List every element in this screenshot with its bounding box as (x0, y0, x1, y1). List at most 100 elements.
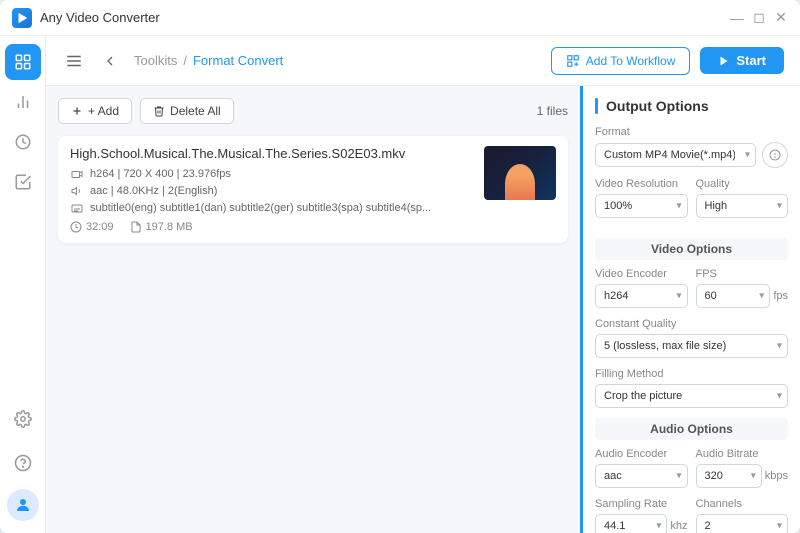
quality-select[interactable]: High (696, 194, 789, 218)
resolution-quality-row: Video Resolution 100% Quality (595, 178, 788, 228)
file-item: High.School.Musical.The.Musical.The.Seri… (58, 136, 568, 243)
audio-bitrate-group: Audio Bitrate 320 kbps (696, 448, 789, 488)
app-title: Any Video Converter (40, 10, 730, 25)
file-duration: 32:09 (86, 221, 114, 233)
duration-item: 32:09 (70, 221, 114, 233)
constant-quality-group: Constant Quality 5 (lossless, max file s… (595, 318, 788, 358)
quality-label: Quality (696, 178, 789, 190)
fps-unit: fps (773, 290, 788, 302)
add-file-label: + Add (88, 104, 119, 118)
video-icon (70, 167, 84, 181)
sidebar-item-convert[interactable] (5, 44, 41, 80)
constant-quality-label: Constant Quality (595, 318, 788, 330)
channels-select[interactable]: 2 (696, 514, 789, 533)
sampling-rate-unit: khz (670, 520, 687, 532)
minimize-button[interactable]: ― (730, 11, 744, 25)
subtitle-icon (70, 201, 84, 215)
close-button[interactable]: ✕ (774, 11, 788, 25)
file-info: High.School.Musical.The.Musical.The.Seri… (70, 146, 474, 233)
file-size: 197.8 MB (146, 221, 193, 233)
add-to-workflow-label: Add To Workflow (586, 54, 676, 68)
content-area: Toolkits / Format Convert Add To Workflo… (46, 36, 800, 533)
app-logo (12, 8, 32, 28)
file-subtitle-meta: subtitle0(eng) subtitle1(dan) subtitle2(… (70, 201, 474, 215)
channels-group: Channels 2 (696, 498, 789, 533)
toolbar: Toolkits / Format Convert Add To Workflo… (46, 36, 800, 86)
add-to-workflow-button[interactable]: Add To Workflow (551, 47, 691, 75)
add-file-button[interactable]: + Add (58, 98, 132, 124)
audio-bitrate-label: Audio Bitrate (696, 448, 789, 460)
toolbar-right: Add To Workflow Start (551, 47, 784, 75)
sidebar-item-settings[interactable] (5, 401, 41, 437)
thumb-visual (484, 146, 556, 200)
audio-encoder-group: Audio Encoder aac (595, 448, 688, 488)
subtitle-meta-text: subtitle0(eng) subtitle1(dan) subtitle2(… (90, 202, 431, 214)
start-label: Start (736, 53, 766, 68)
breadcrumb-parent[interactable]: Toolkits (134, 53, 177, 68)
fps-label: FPS (696, 268, 789, 280)
sampling-rate-group: Sampling Rate 44.1 khz (595, 498, 688, 533)
audio-bitrate-unit: kbps (765, 470, 788, 482)
file-name: High.School.Musical.The.Musical.The.Seri… (70, 146, 474, 161)
title-bar: Any Video Converter ― ◻ ✕ (0, 0, 800, 36)
file-footer: 32:09 197.8 MB (70, 221, 474, 233)
breadcrumb: Toolkits / Format Convert (134, 53, 283, 68)
format-group: Format Custom MP4 Movie(*.mp4) (595, 126, 788, 168)
audio-encoder-bitrate-row: Audio Encoder aac Audio Bitrate (595, 448, 788, 498)
format-info-button[interactable] (762, 142, 788, 168)
video-resolution-select[interactable]: 100% (595, 194, 688, 218)
split-pane: + Add Delete All 1 files High.School.Mus… (46, 86, 800, 533)
audio-meta-text: aac | 48.0KHz | 2(English) (90, 185, 217, 197)
video-encoder-label: Video Encoder (595, 268, 688, 280)
format-select[interactable]: Custom MP4 Movie(*.mp4) (595, 143, 756, 167)
app-window: Any Video Converter ― ◻ ✕ (0, 0, 800, 533)
menu-toggle-button[interactable] (62, 49, 86, 73)
video-encoder-group: Video Encoder h264 (595, 268, 688, 308)
video-options-header: Video Options (595, 238, 788, 260)
sampling-channels-row: Sampling Rate 44.1 khz (595, 498, 788, 533)
sidebar-bottom (5, 401, 41, 525)
sidebar (0, 36, 46, 533)
video-encoder-select[interactable]: h264 (595, 284, 688, 308)
sidebar-item-tasks[interactable] (5, 164, 41, 200)
maximize-button[interactable]: ◻ (752, 11, 766, 25)
back-button[interactable] (98, 49, 122, 73)
delete-all-label: Delete All (170, 104, 221, 118)
audio-encoder-select[interactable]: aac (595, 464, 688, 488)
audio-bitrate-select[interactable]: 320 (696, 464, 762, 488)
sidebar-item-profile[interactable] (7, 489, 39, 521)
file-count: 1 files (537, 104, 568, 118)
file-toolbar: + Add Delete All 1 files (58, 98, 568, 124)
thumb-person (505, 164, 535, 200)
encoder-fps-row: Video Encoder h264 FPS (595, 268, 788, 318)
audio-options-header: Audio Options (595, 418, 788, 440)
filling-method-label: Filling Method (595, 368, 788, 380)
output-panel-title: Output Options (595, 98, 788, 114)
format-label: Format (595, 126, 788, 138)
sampling-rate-label: Sampling Rate (595, 498, 688, 510)
video-resolution-group: Video Resolution 100% (595, 178, 688, 218)
constant-quality-select[interactable]: 5 (lossless, max file size) (595, 334, 788, 358)
filling-method-select[interactable]: Crop the picture (595, 384, 788, 408)
breadcrumb-current: Format Convert (193, 53, 283, 68)
window-controls: ― ◻ ✕ (730, 11, 788, 25)
breadcrumb-separator: / (183, 53, 187, 68)
file-video-meta: h264 | 720 X 400 | 23.976fps (70, 167, 474, 181)
fps-group: FPS 60 fps (696, 268, 789, 308)
sampling-rate-select[interactable]: 44.1 (595, 514, 667, 533)
filling-method-group: Filling Method Crop the picture (595, 368, 788, 408)
file-area: + Add Delete All 1 files High.School.Mus… (46, 86, 580, 533)
video-meta-text: h264 | 720 X 400 | 23.976fps (90, 168, 231, 180)
start-button[interactable]: Start (700, 47, 784, 74)
video-resolution-label: Video Resolution (595, 178, 688, 190)
fps-select[interactable]: 60 (696, 284, 771, 308)
file-audio-meta: aac | 48.0KHz | 2(English) (70, 184, 474, 198)
audio-encoder-label: Audio Encoder (595, 448, 688, 460)
sidebar-item-history[interactable] (5, 124, 41, 160)
sidebar-item-help[interactable] (5, 445, 41, 481)
file-thumbnail (484, 146, 556, 200)
sidebar-item-stats[interactable] (5, 84, 41, 120)
size-item: 197.8 MB (130, 221, 193, 233)
output-panel: Output Options Format Custom MP4 Movie(*… (580, 86, 800, 533)
delete-all-button[interactable]: Delete All (140, 98, 234, 124)
